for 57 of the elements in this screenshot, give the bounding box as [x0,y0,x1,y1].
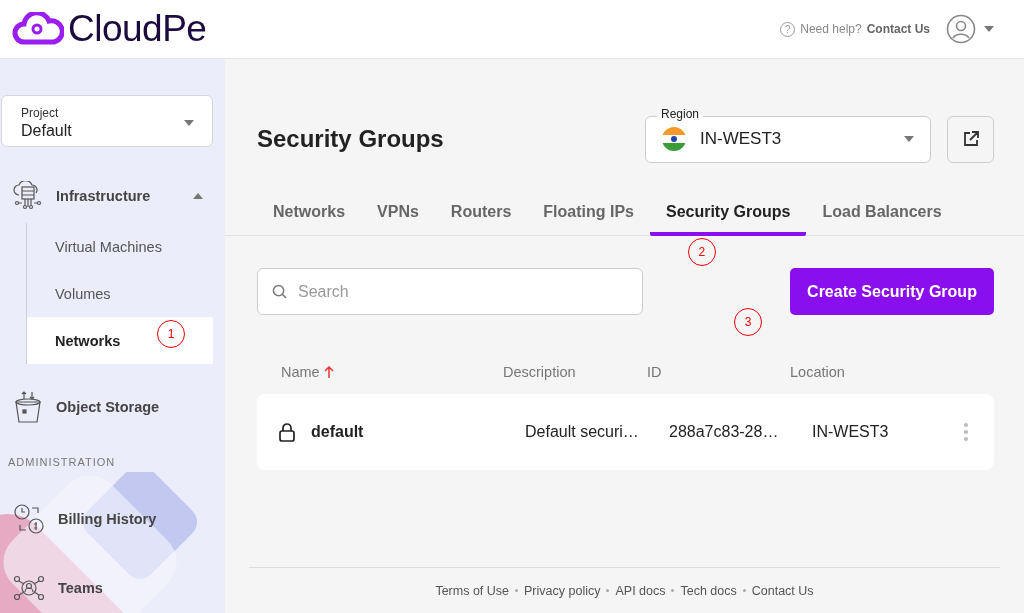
flag-icon [662,127,686,151]
footer-link[interactable]: API docs [615,583,666,598]
tab[interactable]: Routers [434,191,528,236]
more-icon[interactable] [964,423,968,441]
nav-group-label: Infrastructure [56,188,152,204]
column-header[interactable]: Location [790,363,845,380]
sort-arrow-icon [323,365,334,378]
tab[interactable]: Floating IPs [527,191,650,236]
tab[interactable]: Networks [257,191,362,236]
tab[interactable]: Load Balancers [806,191,958,236]
page-title: Security Groups [257,125,445,153]
nav-item[interactable]: Networks 1 [27,317,213,364]
search-field[interactable]: Search [257,268,643,315]
external-link-button[interactable] [947,115,994,163]
footer-link[interactable]: Privacy policy [524,583,601,598]
contact-link[interactable]: Contact Us [866,22,930,36]
create-security-group-button[interactable]: Create Security Group [790,268,994,315]
nav-group-label: Teams [58,580,104,596]
cloud-logo-icon [12,12,64,46]
cloud-server-icon [12,181,44,211]
nav-group[interactable]: Billing History [0,496,225,542]
project-label: Project [21,106,60,120]
table-cell-text: Default securi… [525,423,640,441]
nav-item[interactable]: Virtual Machines [27,223,213,270]
nav-group-label: Object Storage [56,399,161,415]
project-value: Default [21,122,73,140]
external-link-icon [961,130,980,148]
help-text: Need help? [800,22,862,36]
footer-link[interactable]: Contact Us [751,583,814,598]
footer-link[interactable]: Terms of Use [435,583,510,598]
column-header[interactable]: Name [281,363,320,380]
caret-icon [984,26,994,32]
table-row[interactable]: default Default securi… 288a7c83-28… IN-WEST3 [257,394,994,470]
column-header[interactable]: ID [647,363,662,380]
footer-link[interactable]: Tech docs [680,583,737,598]
caret-icon [184,120,194,126]
billing-icon [12,502,46,536]
project-select[interactable]: Project Default [1,95,213,147]
avatar-icon[interactable] [946,14,976,44]
row-name: default [311,423,364,441]
lock-icon [279,422,295,442]
logo-text: CloudPe [68,8,207,50]
caret-icon [904,136,914,142]
tab[interactable]: VPNs [361,191,435,236]
nav-group[interactable]: Infrastructure [0,173,225,219]
table-cell-text: 288a7c83-28… [669,423,780,441]
region-label: Region [657,106,704,121]
column-header[interactable]: Description [503,363,576,380]
nav-group-label: Billing History [58,511,158,527]
nav-group[interactable]: Object Storage [0,384,225,430]
region-value: IN-WEST3 [700,129,783,149]
nav-group[interactable]: Teams [0,565,225,611]
section-heading: ADMINISTRATION [7,456,117,468]
table-cell-text: IN-WEST3 [812,423,890,441]
caret-icon [193,193,203,199]
nav-item[interactable]: Volumes [27,270,213,317]
bucket-icon [12,390,44,424]
